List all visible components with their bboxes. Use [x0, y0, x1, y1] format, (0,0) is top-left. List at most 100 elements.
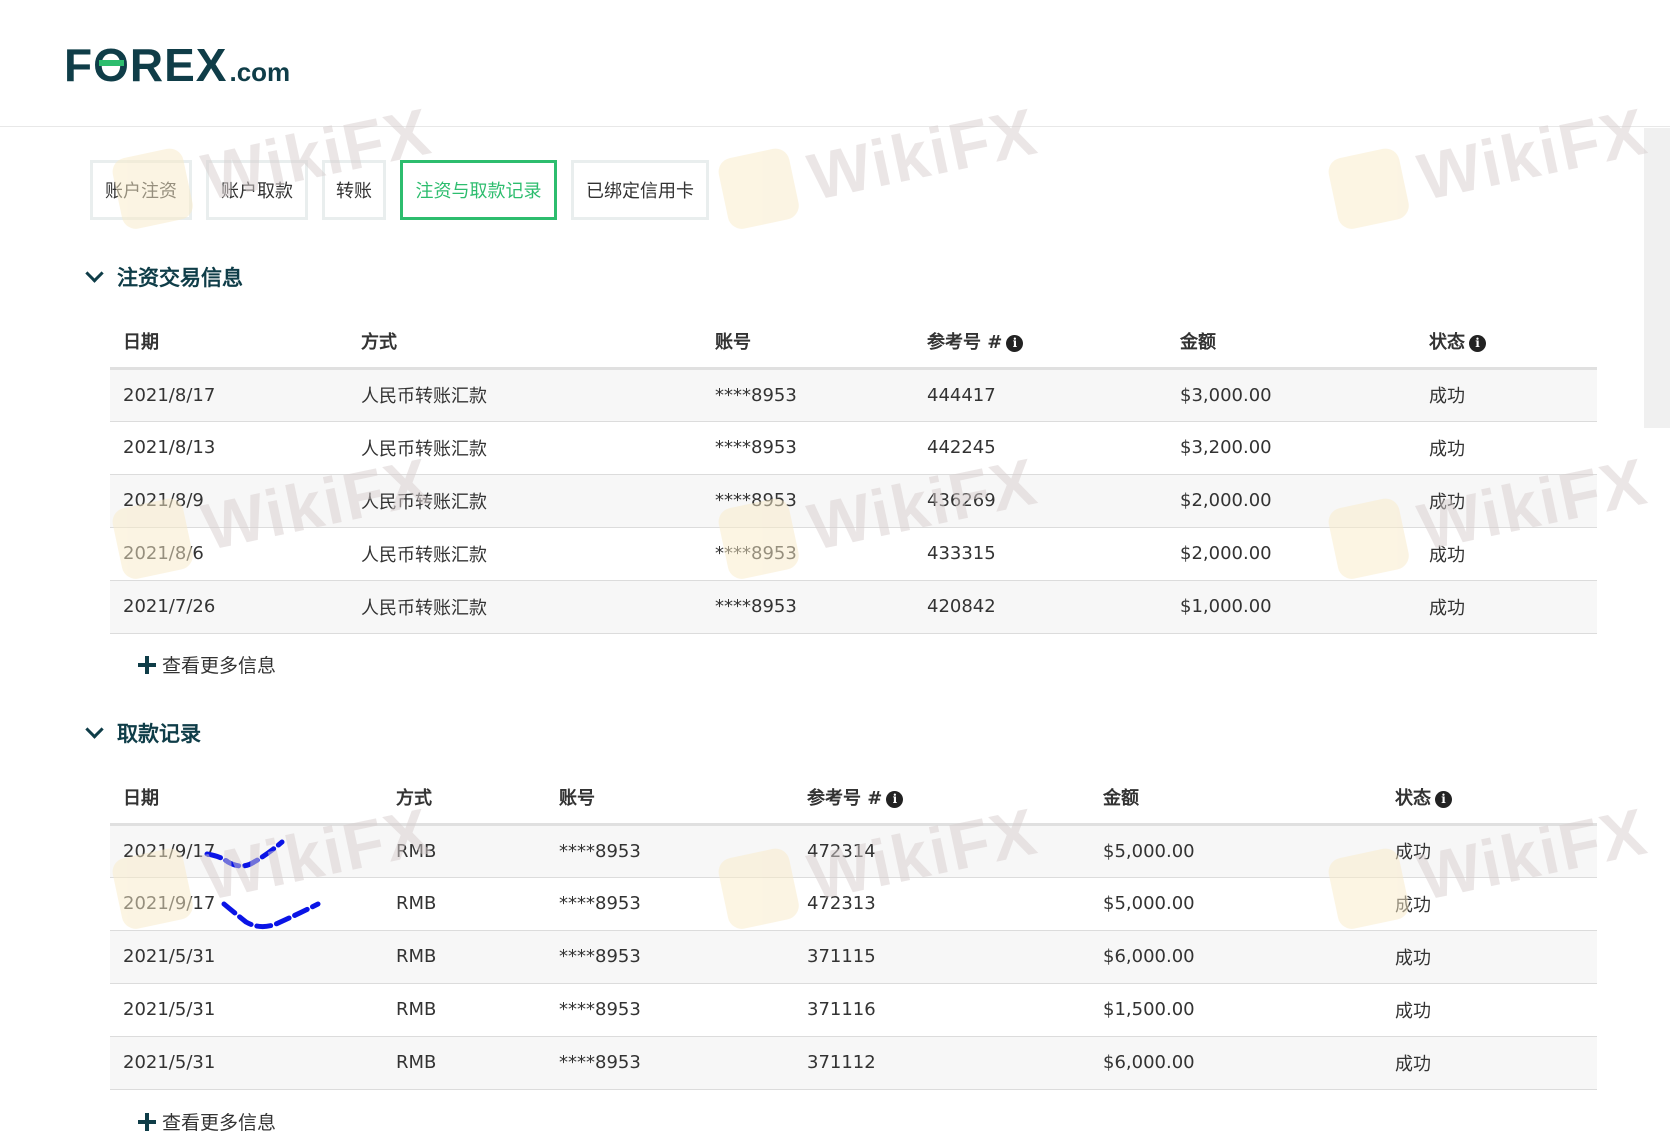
tab-funding-history[interactable]: 注资与取款记录 — [400, 160, 557, 220]
cell-method: 人民币转账汇款 — [348, 580, 702, 634]
cell-account: ****8953 — [546, 983, 794, 1037]
cell-date: 2021/8/6 — [110, 527, 348, 581]
cell-date: 2021/5/31 — [110, 930, 383, 984]
plus-icon — [138, 655, 156, 674]
cell-status: 成功 — [1382, 1036, 1597, 1090]
cell-method: 人民币转账汇款 — [348, 527, 702, 581]
column-header-account: 账号 — [702, 316, 914, 370]
withdrawals-section-title: 取款记录 — [117, 722, 201, 746]
cell-date: 2021/8/9 — [110, 474, 348, 528]
cell-status: 成功 — [1416, 368, 1597, 422]
deposits-view-more-link[interactable]: 查看更多信息 — [138, 651, 276, 678]
cell-account: ****8953 — [702, 527, 914, 581]
tab-withdraw[interactable]: 账户取款 — [206, 160, 308, 220]
cell-status: 成功 — [1382, 930, 1597, 984]
cell-reference: 371115 — [794, 930, 1090, 984]
cell-method: RMB — [383, 877, 546, 931]
cell-date: 2021/5/31 — [110, 1036, 383, 1090]
cell-status: 成功 — [1416, 580, 1597, 634]
info-icon[interactable]: i — [1469, 335, 1486, 353]
cell-account: ****8953 — [546, 1036, 794, 1090]
view-more-label: 查看更多信息 — [162, 655, 277, 677]
cell-date: 2021/9/17 — [110, 877, 383, 931]
info-icon[interactable]: i — [1435, 791, 1452, 809]
forex-logo[interactable]: FOREX .com — [64, 38, 290, 92]
cell-method: RMB — [383, 983, 546, 1037]
tab-deposit[interactable]: 账户注资 — [90, 160, 192, 220]
column-header-reference: 参考号 # i — [914, 316, 1167, 370]
cell-amount: $2,000.00 — [1167, 474, 1416, 528]
table-row: 2021/8/9 人民币转账汇款 ****8953 436269 $2,000.… — [110, 474, 1597, 528]
cell-date: 2021/8/17 — [110, 368, 348, 422]
table-row: 2021/9/17 RMB ****8953 472314 $5,000.00 … — [110, 824, 1597, 878]
cell-method: 人民币转账汇款 — [348, 474, 702, 528]
column-header-account: 账号 — [546, 772, 794, 826]
table-header-row: 日期 方式 账号 参考号 # i 金额 状态 i — [110, 316, 1597, 370]
cell-method: RMB — [383, 824, 546, 878]
cell-date: 2021/5/31 — [110, 983, 383, 1037]
column-header-method: 方式 — [383, 772, 546, 826]
column-header-date: 日期 — [110, 772, 383, 826]
column-header-amount: 金额 — [1090, 772, 1382, 826]
cell-account: ****8953 — [702, 474, 914, 528]
cell-account: ****8953 — [546, 930, 794, 984]
column-header-date: 日期 — [110, 316, 348, 370]
table-row: 2021/8/13 人民币转账汇款 ****8953 442245 $3,200… — [110, 421, 1597, 475]
table-header-row: 日期 方式 账号 参考号 # i 金额 状态 i — [110, 772, 1597, 826]
table-row: 2021/5/31 RMB ****8953 371115 $6,000.00 … — [110, 930, 1597, 984]
cell-date: 2021/9/17 — [110, 824, 383, 878]
cell-amount: $6,000.00 — [1090, 1036, 1382, 1090]
cell-method: RMB — [383, 1036, 546, 1090]
deposits-section-title: 注资交易信息 — [117, 266, 243, 290]
table-row: 2021/8/17 人民币转账汇款 ****8953 444417 $3,000… — [110, 368, 1597, 422]
cell-reference: 420842 — [914, 580, 1167, 634]
cell-reference: 472314 — [794, 824, 1090, 878]
cell-status: 成功 — [1382, 877, 1597, 931]
info-icon[interactable]: i — [886, 791, 904, 809]
cell-amount: $2,000.00 — [1167, 527, 1416, 581]
column-header-reference: 参考号 # i — [794, 772, 1090, 826]
deposits-section-toggle[interactable]: 注资交易信息 — [85, 262, 243, 292]
table-row: 2021/5/31 RMB ****8953 371112 $6,000.00 … — [110, 1036, 1597, 1090]
page-scrollbar[interactable] — [1644, 128, 1670, 428]
cell-status: 成功 — [1382, 983, 1597, 1037]
table-row: 2021/7/26 人民币转账汇款 ****8953 420842 $1,000… — [110, 580, 1597, 634]
column-header-status: 状态 i — [1416, 316, 1597, 370]
cell-account: ****8953 — [546, 824, 794, 878]
funding-tabs: 账户注资 账户取款 转账 注资与取款记录 已绑定信用卡 — [90, 160, 723, 220]
cell-status: 成功 — [1416, 421, 1597, 475]
logo-o-mark: O — [93, 39, 130, 91]
tab-linked-cards[interactable]: 已绑定信用卡 — [571, 160, 709, 220]
cell-method: 人民币转账汇款 — [348, 421, 702, 475]
info-icon[interactable]: i — [1006, 335, 1024, 353]
cell-reference: 442245 — [914, 421, 1167, 475]
cell-amount: $5,000.00 — [1090, 877, 1382, 931]
plus-icon — [138, 1112, 156, 1131]
cell-reference: 371116 — [794, 983, 1090, 1037]
cell-status: 成功 — [1416, 474, 1597, 528]
withdrawals-view-more-link[interactable]: 查看更多信息 — [138, 1108, 276, 1135]
cell-reference: 444417 — [914, 368, 1167, 422]
cell-date: 2021/8/13 — [110, 421, 348, 475]
cell-amount: $5,000.00 — [1090, 824, 1382, 878]
column-header-amount: 金额 — [1167, 316, 1416, 370]
cell-amount: $3,200.00 — [1167, 421, 1416, 475]
cell-account: ****8953 — [702, 421, 914, 475]
cell-amount: $1,000.00 — [1167, 580, 1416, 634]
chevron-down-icon — [85, 719, 104, 739]
table-row: 2021/9/17 RMB ****8953 472313 $5,000.00 … — [110, 877, 1597, 931]
cell-amount: $6,000.00 — [1090, 930, 1382, 984]
cell-reference: 472313 — [794, 877, 1090, 931]
cell-reference: 371112 — [794, 1036, 1090, 1090]
cell-amount: $3,000.00 — [1167, 368, 1416, 422]
deposits-table: 日期 方式 账号 参考号 # i 金额 状态 i 2021/8/17 人民币转账汇款… — [110, 316, 1597, 634]
withdrawals-section-toggle[interactable]: 取款记录 — [85, 718, 201, 748]
cell-reference: 433315 — [914, 527, 1167, 581]
cell-method: 人民币转账汇款 — [348, 368, 702, 422]
table-row: 2021/5/31 RMB ****8953 371116 $1,500.00 … — [110, 983, 1597, 1037]
tab-transfer[interactable]: 转账 — [322, 160, 386, 220]
withdrawals-table: 日期 方式 账号 参考号 # i 金额 状态 i 2021/9/17 RMB ***… — [110, 772, 1597, 1090]
cell-account: ****8953 — [546, 877, 794, 931]
cell-amount: $1,500.00 — [1090, 983, 1382, 1037]
site-header: FOREX .com — [0, 0, 1670, 127]
